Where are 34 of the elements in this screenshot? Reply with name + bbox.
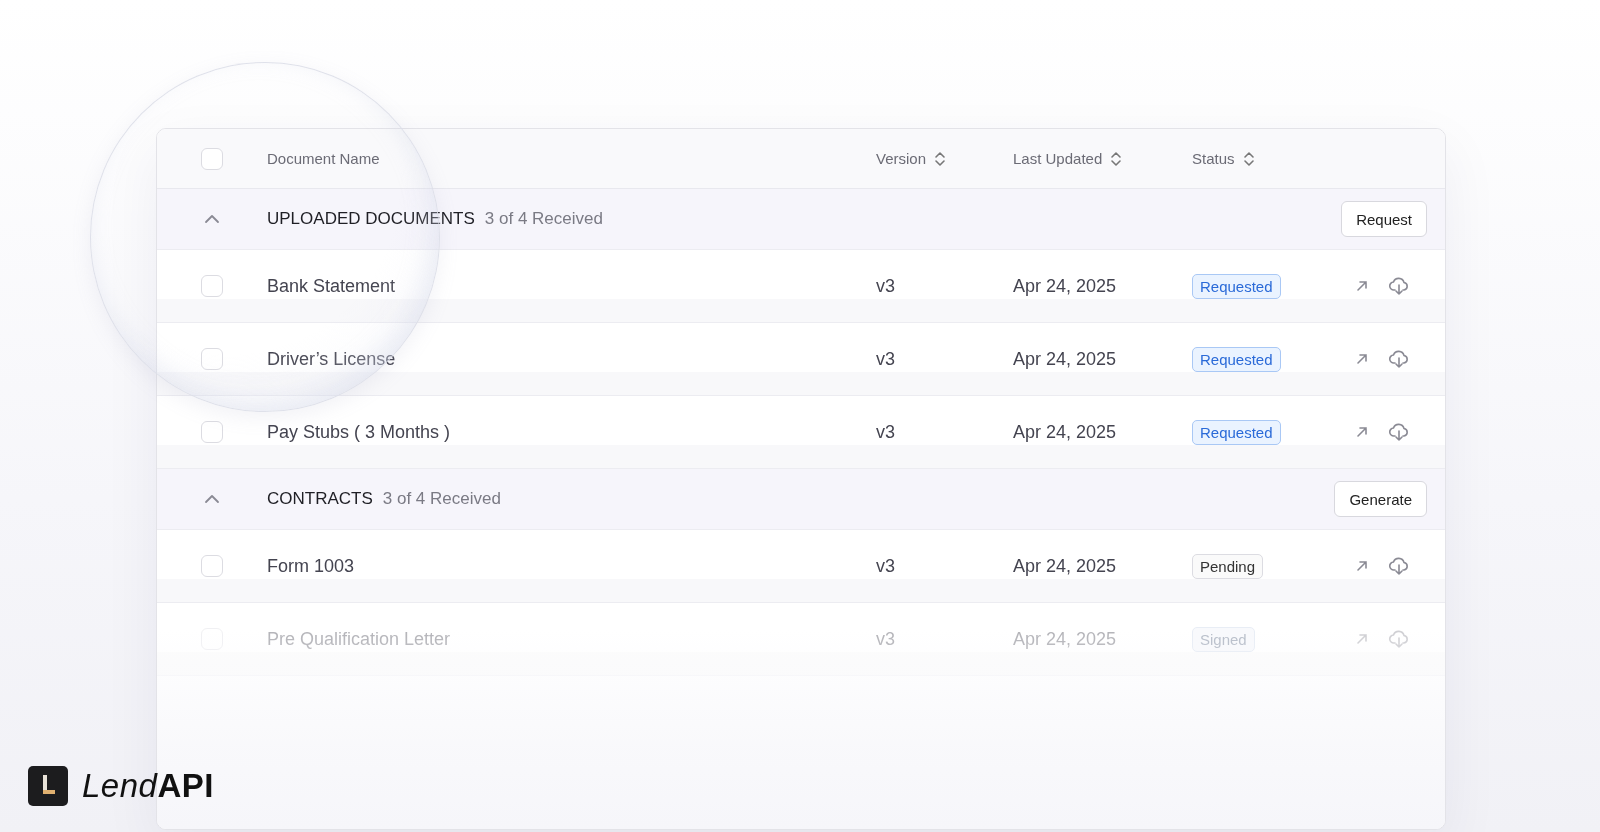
document-row[interactable]: Bank Statement v3 Apr 24, 2025 Requested	[157, 250, 1445, 323]
date-text: Apr 24, 2025	[1013, 348, 1117, 370]
date-text: Apr 24, 2025	[1013, 555, 1117, 577]
document-row[interactable]: Driver’s License v3 Apr 24, 2025 Requested	[157, 323, 1445, 396]
section-action-button[interactable]: Request	[1341, 201, 1427, 237]
document-name: Form 1003	[267, 555, 355, 577]
status-badge: Requested	[1192, 419, 1281, 445]
document-row[interactable]: Pay Stubs ( 3 Months ) v3 Apr 24, 2025 Requested	[157, 396, 1445, 469]
section-count: 3 of 4 Received	[382, 489, 501, 509]
version-text: v3	[876, 348, 895, 370]
status-badge: Requested	[1192, 273, 1281, 299]
version-text: v3	[876, 555, 895, 577]
version-text: v3	[876, 275, 895, 297]
version-text: v3	[876, 628, 895, 650]
section-title: UPLOADED DOCUMENTS	[267, 209, 475, 229]
document-name: Bank Statement	[267, 275, 396, 297]
section-title: CONTRACTS	[267, 489, 373, 509]
date-text: Apr 24, 2025	[1013, 628, 1117, 650]
status-badge: Requested	[1192, 346, 1281, 372]
brand-name: LendAPI	[82, 767, 214, 805]
section-action-button[interactable]: Generate	[1334, 481, 1427, 517]
column-header: Last Updated	[1013, 150, 1103, 167]
section-count: 3 of 4 Received	[484, 209, 603, 229]
document-name: Driver’s License	[267, 348, 396, 370]
document-name: Pre Qualification Letter	[267, 628, 451, 650]
column-header: Status	[1192, 150, 1235, 167]
date-text: Apr 24, 2025	[1013, 421, 1117, 443]
date-text: Apr 24, 2025	[1013, 275, 1117, 297]
version-text: v3	[876, 421, 895, 443]
document-row[interactable]: Form 1003 v3 Apr 24, 2025 Pending	[157, 530, 1445, 603]
column-header: Document Name	[267, 150, 380, 167]
document-name: Pay Stubs ( 3 Months )	[267, 421, 451, 443]
column-header: Version	[876, 150, 927, 167]
status-badge: Pending	[1192, 553, 1264, 579]
